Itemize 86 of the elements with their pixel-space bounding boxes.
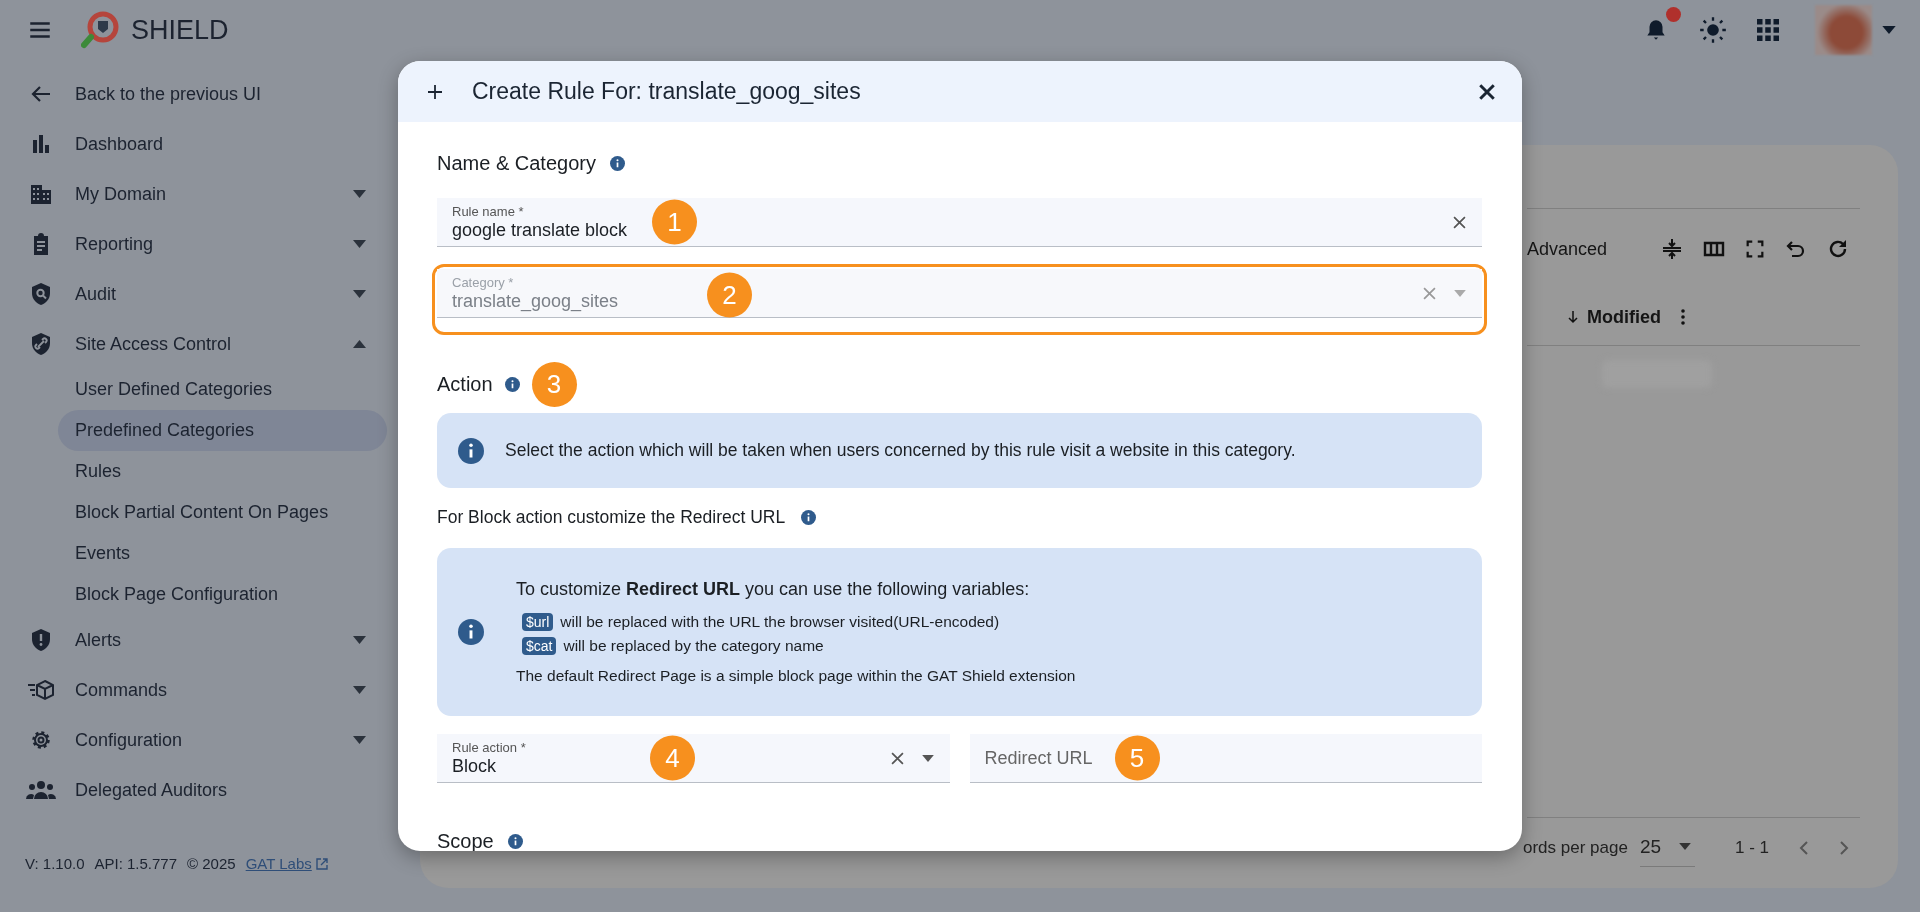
cube-icon: [27, 678, 55, 702]
callout-number: 3: [531, 361, 577, 407]
section-heading: Action: [437, 372, 493, 396]
info-icon[interactable]: [801, 510, 817, 525]
nav-subitem[interactable]: User Defined Categories: [58, 369, 387, 410]
page-range: 1 - 1: [1735, 838, 1770, 858]
nav-item[interactable]: Audit: [0, 269, 400, 319]
callout-number: 4: [650, 735, 695, 781]
clear-icon[interactable]: [1453, 215, 1466, 229]
external-link-icon: [315, 857, 328, 870]
callout-number: 2: [707, 272, 752, 318]
close-icon[interactable]: [1478, 82, 1496, 101]
nav-label: Delegated Auditors: [75, 779, 228, 801]
variable-description: will be replaced with the URL the browser visited(URL-encoded): [560, 613, 1000, 631]
page-size-select[interactable]: 25: [1639, 829, 1696, 867]
nav-item[interactable]: Back to the previous UI: [0, 69, 400, 119]
callout-number: 1: [652, 199, 697, 245]
gear-icon: [29, 728, 53, 752]
version-text: V: 1.10.0: [25, 855, 85, 872]
nav-subitem[interactable]: Events: [58, 533, 387, 574]
dialog-title: Create Rule For: translate_goog_sites: [472, 78, 861, 105]
nav-label: Configuration: [75, 729, 183, 751]
chevron-right-icon[interactable]: [1839, 840, 1850, 856]
chevron-left-icon[interactable]: [1799, 840, 1810, 856]
subheading: For Block action customize the Redirect URL: [437, 507, 786, 528]
kebab-icon[interactable]: [1681, 309, 1685, 325]
info-icon: [458, 619, 484, 645]
nav-label: Reporting: [75, 233, 154, 255]
copyright-text: © 2025: [187, 855, 236, 872]
nav-item[interactable]: My Domain: [0, 169, 400, 219]
nav-item[interactable]: Site Access Control: [0, 319, 400, 369]
gat-labs-link[interactable]: GAT Labs: [245, 855, 328, 872]
nav-label: Site Access Control: [75, 333, 232, 355]
column-header[interactable]: Modified: [1587, 306, 1661, 328]
info-text: To customize Redirect URL you can use the following variables:: [516, 579, 1031, 600]
nav-subitem[interactable]: Block Partial Content On Pages: [58, 492, 387, 533]
variable-description: will be replaced by the category name: [563, 637, 824, 655]
shield-search-icon: [29, 282, 53, 306]
nav-subitem[interactable]: Predefined Categories: [58, 410, 387, 451]
apps-grid-icon[interactable]: [1757, 19, 1779, 41]
dropdown-caret-icon[interactable]: [921, 754, 934, 762]
section-heading: Name & Category: [437, 151, 596, 175]
shield-link-icon: [29, 332, 53, 356]
info-icon[interactable]: [609, 155, 625, 171]
people-icon: [26, 779, 56, 801]
advanced-label[interactable]: Advanced: [1527, 238, 1608, 260]
variable-tag: $cat: [522, 637, 557, 655]
info-text: Select the action which will be taken when users concerned by this rule visit a website in this category.: [505, 440, 1296, 461]
info-icon: [458, 437, 484, 464]
info-icon[interactable]: [504, 376, 520, 392]
section-heading: Scope: [437, 829, 494, 851]
nav-label: Commands: [75, 679, 168, 701]
nav-subitem[interactable]: Block Page Configuration: [58, 574, 387, 615]
nav-item[interactable]: Reporting: [0, 219, 400, 269]
app-name: SHIELD: [131, 14, 229, 46]
nav-label: Audit: [75, 283, 117, 305]
caret-icon[interactable]: [1882, 26, 1896, 34]
input-field[interactable]: Rule name * google translate block 1: [437, 198, 1482, 247]
logo-icon: [81, 10, 121, 50]
compress-icon[interactable]: [1660, 237, 1684, 261]
nav-item[interactable]: Dashboard: [0, 119, 400, 169]
building-icon: [28, 182, 54, 206]
nav-label: Alerts: [75, 629, 121, 651]
nav-item[interactable]: Delegated Auditors: [0, 765, 400, 815]
callout-number: 5: [1114, 735, 1160, 781]
nav-subitem[interactable]: Rules: [58, 451, 387, 492]
input-field[interactable]: Rule action * Block 4: [437, 734, 950, 783]
fullscreen-icon[interactable]: [1744, 238, 1766, 260]
input-field[interactable]: Redirect URL 5: [969, 734, 1482, 783]
nav-item[interactable]: Configuration: [0, 715, 400, 765]
variable-tag: $url: [522, 613, 554, 631]
plus-icon: [427, 83, 443, 100]
nav-item[interactable]: Alerts: [0, 615, 400, 665]
info-icon[interactable]: [507, 833, 523, 849]
shield-alert-icon: [29, 628, 53, 652]
sun-icon[interactable]: [1699, 16, 1727, 44]
clear-icon[interactable]: [890, 751, 904, 765]
sort-arrow-icon[interactable]: [1567, 310, 1579, 324]
nav-label: Back to the previous UI: [75, 83, 262, 105]
info-note: The default Redirect Page is a simple block page within the GAT Shield extension: [516, 667, 1076, 685]
caret-icon: [1679, 843, 1692, 850]
nav-label: My Domain: [75, 183, 167, 205]
api-version-text: API: 1.5.777: [94, 855, 178, 872]
rows-per-page-label: ords per page: [1523, 838, 1628, 858]
nav-item[interactable]: Commands: [0, 665, 400, 715]
nav-label: Dashboard: [75, 133, 164, 155]
